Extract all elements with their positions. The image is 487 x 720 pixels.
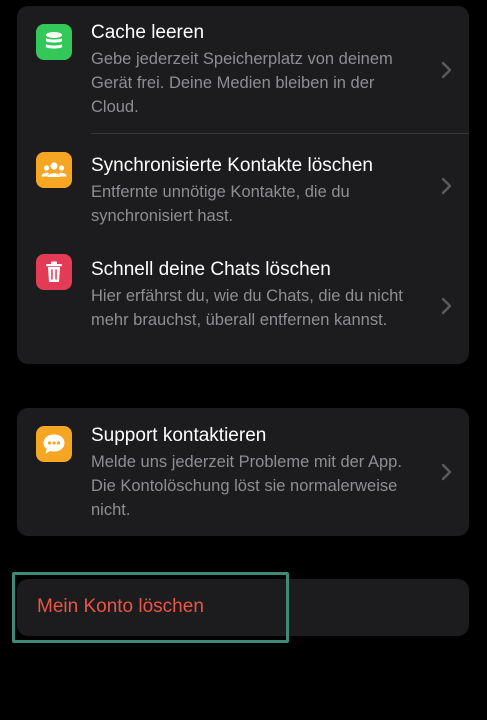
- trash-icon: [36, 254, 72, 290]
- contact-support-title: Support kontaktieren: [91, 425, 267, 446]
- chevron-right-icon: [441, 61, 452, 79]
- delete-chats-title: Schnell deine Chats löschen: [91, 259, 331, 280]
- storage-options-group: Cache leeren Gebe jederzeit Speicherplat…: [17, 6, 469, 364]
- contact-support-row[interactable]: Support kontaktieren Melde uns jederzeit…: [17, 408, 469, 536]
- chevron-right-icon: [441, 297, 452, 315]
- delete-account-highlight: [12, 572, 289, 643]
- delete-synced-contacts-description: Entfernte unnötige Kontakte, die du sync…: [91, 183, 350, 225]
- chevron-right-icon: [441, 177, 452, 195]
- people-icon: [36, 152, 72, 188]
- support-group: Support kontaktieren Melde uns jederzeit…: [17, 408, 469, 536]
- chevron-right-icon: [441, 463, 452, 481]
- contact-support-description: Melde uns jederzeit Probleme mit der App…: [91, 453, 402, 519]
- delete-chats-row[interactable]: Schnell deine Chats löschen Hier erfährs…: [17, 238, 469, 364]
- database-icon: [36, 24, 72, 60]
- delete-chats-description: Hier erfährst du, wie du Chats, die du n…: [91, 287, 403, 329]
- clear-cache-description: Gebe jederzeit Speicherplatz von deinem …: [91, 50, 393, 116]
- clear-cache-row[interactable]: Cache leeren Gebe jederzeit Speicherplat…: [17, 6, 469, 134]
- clear-cache-title: Cache leeren: [91, 22, 205, 43]
- chat-bubble-icon: [36, 426, 72, 462]
- delete-synced-contacts-title: Synchronisierte Kontakte löschen: [91, 155, 373, 176]
- delete-synced-contacts-row[interactable]: Synchronisierte Kontakte löschen Entfern…: [17, 134, 469, 238]
